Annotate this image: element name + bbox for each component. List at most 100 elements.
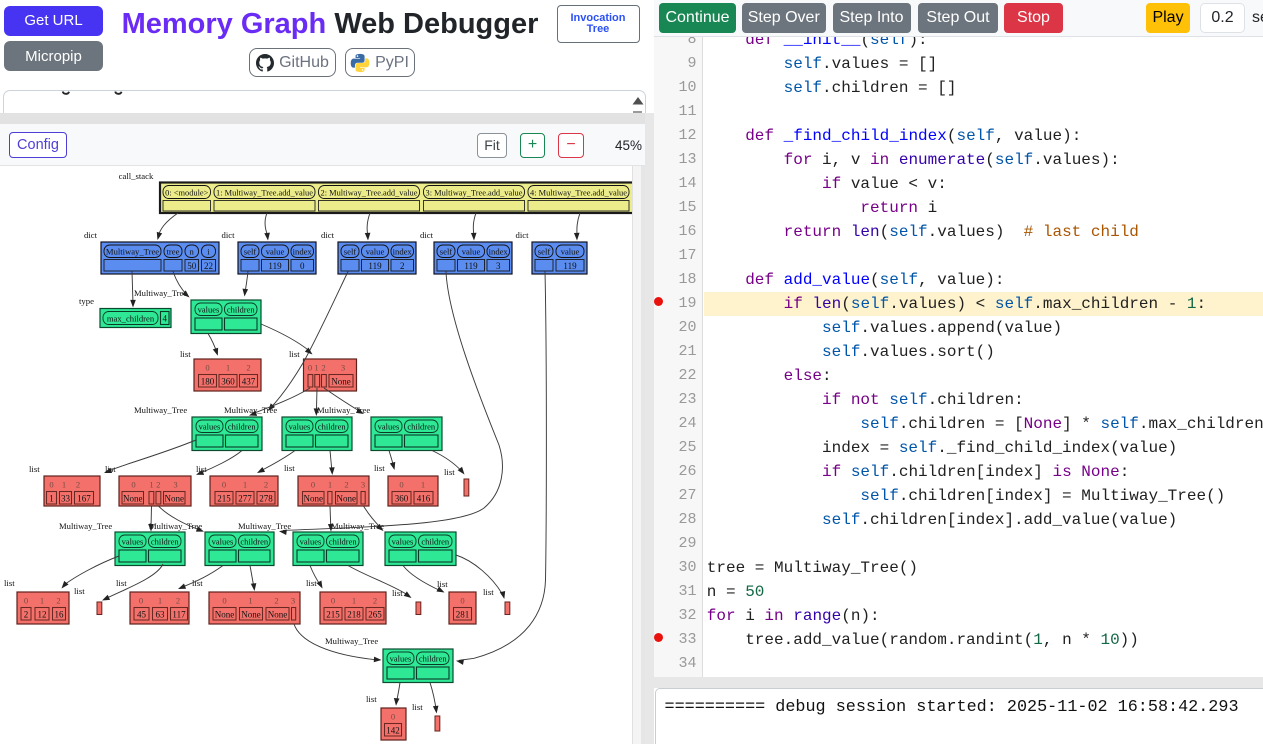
svg-text:values: values bbox=[212, 537, 234, 547]
svg-text:265: 265 bbox=[368, 609, 382, 619]
svg-text:type: type bbox=[79, 296, 94, 306]
svg-text:0: 0 bbox=[300, 261, 305, 271]
svg-text:values: values bbox=[198, 305, 220, 315]
svg-text:0: 0 bbox=[24, 596, 28, 606]
svg-text:list: list bbox=[289, 349, 300, 359]
svg-text:167: 167 bbox=[77, 493, 91, 503]
svg-text:index: index bbox=[393, 247, 413, 257]
svg-text:1: 1 bbox=[158, 596, 162, 606]
svg-text:3: 3 bbox=[361, 480, 365, 490]
svg-text:360: 360 bbox=[395, 493, 409, 503]
svg-text:1: 1 bbox=[352, 596, 356, 606]
svg-text:children: children bbox=[240, 537, 269, 547]
svg-text:dict: dict bbox=[222, 230, 236, 240]
svg-text:1: 1 bbox=[248, 596, 252, 606]
svg-text:None: None bbox=[304, 493, 324, 503]
svg-text:3: 3 bbox=[496, 261, 501, 271]
svg-text:self: self bbox=[440, 247, 453, 257]
svg-text:278: 278 bbox=[259, 493, 273, 503]
svg-text:values: values bbox=[392, 537, 414, 547]
svg-text:value: value bbox=[266, 247, 285, 257]
svg-text:2: 2 bbox=[176, 596, 180, 606]
svg-text:1: 1 bbox=[49, 493, 54, 503]
svg-text:2: 2 bbox=[321, 363, 325, 373]
svg-text:0: 0 bbox=[331, 596, 335, 606]
svg-text:children: children bbox=[407, 422, 436, 432]
svg-text:index: index bbox=[293, 247, 313, 257]
svg-text:Multiway_Tree: Multiway_Tree bbox=[238, 521, 291, 531]
svg-text:3: Multiway_Tree.add_value: 3: Multiway_Tree.add_value bbox=[426, 188, 523, 197]
svg-text:119: 119 bbox=[464, 261, 478, 271]
svg-text:119: 119 bbox=[563, 261, 577, 271]
svg-text:tree: tree bbox=[167, 247, 180, 257]
svg-text:0: 0 bbox=[399, 480, 403, 490]
svg-text:None: None bbox=[123, 493, 143, 503]
svg-text:list: list bbox=[374, 463, 385, 473]
svg-text:3: 3 bbox=[291, 596, 295, 606]
svg-text:children: children bbox=[419, 654, 448, 664]
svg-text:117: 117 bbox=[172, 609, 186, 619]
svg-text:142: 142 bbox=[386, 725, 400, 735]
svg-text:218: 218 bbox=[347, 609, 361, 619]
svg-text:2: 2 bbox=[24, 609, 29, 619]
svg-text:None: None bbox=[165, 493, 185, 503]
svg-text:0: 0 bbox=[311, 480, 315, 490]
svg-text:0: 0 bbox=[391, 712, 395, 722]
svg-text:list: list bbox=[366, 694, 377, 704]
svg-text:2: 2 bbox=[76, 480, 80, 490]
svg-text:list: list bbox=[180, 349, 191, 359]
svg-text:4: Multiway_Tree.add_value: 4: Multiway_Tree.add_value bbox=[530, 188, 627, 197]
svg-text:children: children bbox=[421, 537, 450, 547]
svg-text:2: 2 bbox=[400, 261, 405, 271]
svg-text:dict: dict bbox=[420, 230, 434, 240]
svg-text:0: 0 bbox=[222, 596, 226, 606]
svg-text:values: values bbox=[289, 422, 311, 432]
svg-text:0: 0 bbox=[460, 596, 464, 606]
svg-text:None: None bbox=[241, 609, 261, 619]
svg-text:dict: dict bbox=[321, 230, 335, 240]
svg-text:416: 416 bbox=[417, 493, 431, 503]
svg-text:0: 0 bbox=[139, 596, 143, 606]
svg-text:value: value bbox=[462, 247, 481, 257]
svg-text:self: self bbox=[344, 247, 357, 257]
svg-text:list: list bbox=[116, 578, 127, 588]
svg-text:45: 45 bbox=[137, 609, 147, 619]
svg-text:215: 215 bbox=[326, 609, 340, 619]
svg-text:list: list bbox=[444, 467, 455, 477]
svg-text:1: 1 bbox=[328, 480, 332, 490]
svg-text:1: 1 bbox=[421, 480, 425, 490]
svg-text:2: 2 bbox=[56, 596, 60, 606]
svg-text:0: 0 bbox=[222, 480, 226, 490]
svg-text:value: value bbox=[366, 247, 385, 257]
svg-text:children: children bbox=[329, 537, 358, 547]
svg-text:1: 1 bbox=[149, 480, 153, 490]
svg-text:1: 1 bbox=[314, 363, 318, 373]
svg-text:0: 0 bbox=[131, 480, 135, 490]
svg-text:2: 2 bbox=[156, 480, 160, 490]
svg-text:0: <module>: 0: <module> bbox=[165, 188, 208, 197]
svg-text:list: list bbox=[483, 587, 494, 597]
svg-text:63: 63 bbox=[156, 609, 166, 619]
svg-text:call_stack: call_stack bbox=[119, 171, 154, 181]
svg-text:Multiway_Tree: Multiway_Tree bbox=[59, 521, 112, 531]
svg-text:0: 0 bbox=[308, 363, 312, 373]
svg-text:children: children bbox=[228, 422, 257, 432]
svg-text:1: 1 bbox=[226, 363, 230, 373]
svg-text:3: 3 bbox=[173, 480, 177, 490]
svg-text:2: 2 bbox=[246, 363, 250, 373]
svg-text:1: Multiway_Tree.add_value: 1: Multiway_Tree.add_value bbox=[216, 188, 313, 197]
svg-text:2: 2 bbox=[344, 480, 348, 490]
svg-text:Multiway_Tree: Multiway_Tree bbox=[134, 405, 187, 415]
svg-text:4: 4 bbox=[162, 313, 167, 323]
svg-text:None: None bbox=[268, 609, 288, 619]
svg-text:values: values bbox=[390, 654, 412, 664]
svg-text:self: self bbox=[538, 247, 551, 257]
svg-text:list: list bbox=[74, 586, 85, 596]
svg-text:self: self bbox=[244, 247, 257, 257]
svg-text:list: list bbox=[284, 463, 295, 473]
svg-text:values: values bbox=[378, 422, 400, 432]
svg-text:list: list bbox=[4, 578, 15, 588]
svg-text:children: children bbox=[227, 305, 256, 315]
svg-text:dict: dict bbox=[516, 230, 530, 240]
svg-text:children: children bbox=[318, 422, 347, 432]
